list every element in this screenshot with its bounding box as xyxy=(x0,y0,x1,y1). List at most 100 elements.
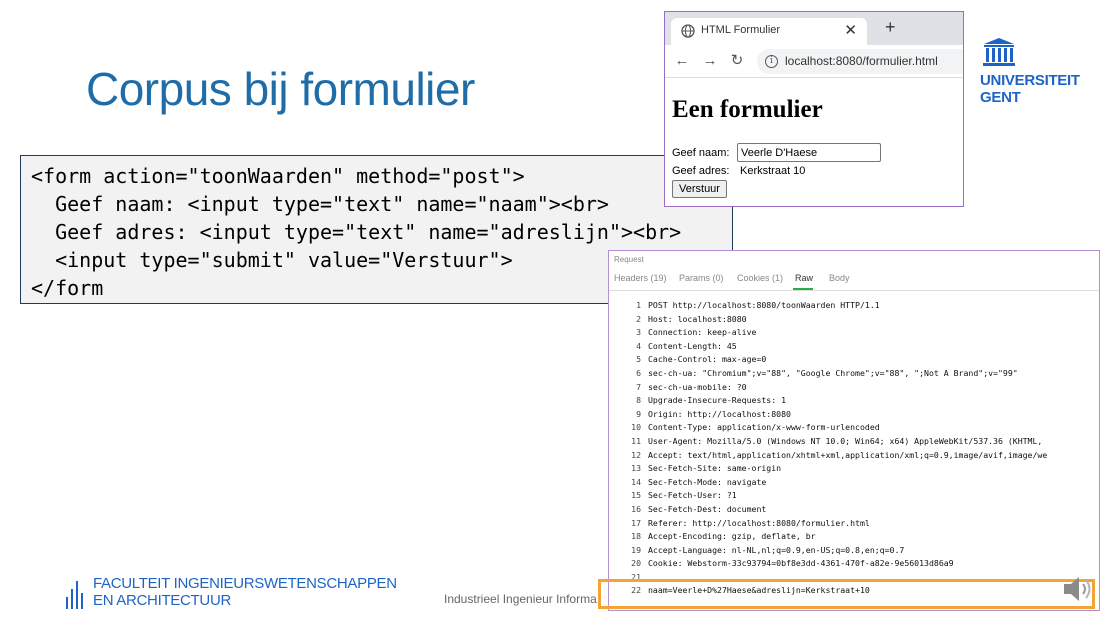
line-number: 11 xyxy=(631,435,641,446)
active-tab-indicator xyxy=(793,288,813,290)
line-number: 15 xyxy=(631,490,641,501)
request-panel: Request Headers (19) Params (0) Cookies … xyxy=(608,250,1100,611)
line-text: Cache-Control: max-age=0 xyxy=(648,354,767,365)
submit-button[interactable]: Verstuur xyxy=(672,180,727,198)
panel-tabs: Headers (19) Params (0) Cookies (1) Raw … xyxy=(609,269,1099,291)
line-number: 6 xyxy=(636,367,641,378)
raw-line: 5 Cache-Control: max-age=0 xyxy=(609,353,1099,367)
line-number: 18 xyxy=(631,531,641,542)
info-icon[interactable]: i xyxy=(765,55,778,68)
naam-label: Geef naam: xyxy=(672,147,730,159)
raw-line: 18 Accept-Encoding: gzip, deflate, br xyxy=(609,530,1099,544)
code-line: <form action="toonWaarden" method="post"… xyxy=(31,164,525,188)
raw-request: 1 POST http://localhost:8080/toonWaarden … xyxy=(609,299,1099,598)
line-number: 3 xyxy=(636,327,641,338)
request-body-highlight xyxy=(598,579,1095,609)
line-number: 12 xyxy=(631,449,641,460)
raw-line: 14 Sec-Fetch-Mode: navigate xyxy=(609,476,1099,490)
line-number: 16 xyxy=(631,503,641,514)
faculty-bars-icon xyxy=(66,581,83,609)
ugent-building-icon xyxy=(983,38,1015,66)
line-number: 13 xyxy=(631,463,641,474)
line-text: Sec-Fetch-Dest: document xyxy=(648,503,767,514)
line-number: 14 xyxy=(631,476,641,487)
back-arrow-icon[interactable]: ← xyxy=(673,52,691,70)
line-text: Content-Type: application/x-www-form-url… xyxy=(648,422,880,433)
line-text: Accept-Language: nl-NL,nl;q=0.9,en-US;q=… xyxy=(648,544,905,555)
tab-body[interactable]: Body xyxy=(829,273,850,283)
line-number: 7 xyxy=(636,381,641,392)
line-text: Referer: http://localhost:8080/formulier… xyxy=(648,517,870,528)
line-text: Sec-Fetch-Mode: navigate xyxy=(648,476,767,487)
raw-line: 20 Cookie: Webstorm-33c93794=0bf8e3dd-436… xyxy=(609,557,1099,571)
browser-window: HTML Formulier ✕ + ← → ↻ i localhost:808… xyxy=(664,11,964,207)
raw-line: 13 Sec-Fetch-Site: same-origin xyxy=(609,462,1099,476)
raw-line: 16 Sec-Fetch-Dest: document xyxy=(609,503,1099,517)
logo-line2: GENT xyxy=(980,89,1021,106)
line-text: Content-Length: 45 xyxy=(648,340,737,351)
raw-line: 11 User-Agent: Mozilla/5.0 (Windows NT 10… xyxy=(609,435,1099,449)
forward-arrow-icon[interactable]: → xyxy=(701,52,719,70)
line-number: 19 xyxy=(631,544,641,555)
line-number: 20 xyxy=(631,558,641,569)
raw-line: 1 POST http://localhost:8080/toonWaarden … xyxy=(609,299,1099,313)
address-url: localhost:8080/formulier.html xyxy=(785,54,938,68)
line-number: 10 xyxy=(631,422,641,433)
raw-line: 10 Content-Type: application/x-www-form-u… xyxy=(609,421,1099,435)
raw-line: 4 Content-Length: 45 xyxy=(609,340,1099,354)
line-text: Connection: keep-alive xyxy=(648,327,757,338)
line-text: Sec-Fetch-User: ?1 xyxy=(648,490,737,501)
line-text: User-Agent: Mozilla/5.0 (Windows NT 10.0… xyxy=(648,435,1043,446)
line-number: 8 xyxy=(636,395,641,406)
line-text: POST http://localhost:8080/toonWaarden H… xyxy=(648,300,880,310)
faculty-line2: EN ARCHITECTUUR xyxy=(93,592,232,609)
line-number: 4 xyxy=(636,340,641,351)
ugent-logo: UNIVERSITEIT GENT xyxy=(980,38,1080,106)
reload-icon[interactable]: ↻ xyxy=(728,52,746,70)
slide-title: Corpus bij formulier xyxy=(86,63,475,115)
tab-raw[interactable]: Raw xyxy=(795,273,813,283)
close-icon[interactable]: ✕ xyxy=(844,21,857,39)
raw-line: 8 Upgrade-Insecure-Requests: 1 xyxy=(609,394,1099,408)
line-number: 1 xyxy=(636,300,641,310)
line-text: sec-ch-ua-mobile: ?0 xyxy=(648,381,747,392)
raw-line: 6 sec-ch-ua: "Chromium";v="88", "Google C… xyxy=(609,367,1099,381)
line-text: Sec-Fetch-Site: same-origin xyxy=(648,463,782,474)
raw-line: 17 Referer: http://localhost:8080/formuli… xyxy=(609,517,1099,531)
line-text: Accept: text/html,application/xhtml+xml,… xyxy=(648,449,1048,460)
address-bar[interactable]: i localhost:8080/formulier.html xyxy=(757,49,963,74)
raw-line: 7 sec-ch-ua-mobile: ?0 xyxy=(609,381,1099,395)
line-number: 5 xyxy=(636,354,641,365)
line-number: 9 xyxy=(636,408,641,419)
speaker-icon[interactable] xyxy=(1060,573,1096,605)
browser-tab[interactable]: HTML Formulier ✕ xyxy=(671,18,867,45)
line-text: Host: localhost:8080 xyxy=(648,313,747,324)
line-text: Origin: http://localhost:8080 xyxy=(648,408,791,419)
new-tab-button[interactable]: + xyxy=(885,18,896,36)
faculty-line1: FACULTEIT INGENIEURSWETENSCHAPPEN xyxy=(93,575,397,592)
line-text: Cookie: Webstorm-33c93794=0bf8e3dd-4361-… xyxy=(648,558,954,569)
tab-cookies[interactable]: Cookies (1) xyxy=(737,273,783,283)
raw-line: 9 Origin: http://localhost:8080 xyxy=(609,408,1099,422)
tab-headers[interactable]: Headers (19) xyxy=(614,273,667,283)
code-line: Geef naam: <input type="text" name="naam… xyxy=(31,192,609,216)
logo-line1: UNIVERSITEIT xyxy=(980,72,1080,89)
page-heading: Een formulier xyxy=(672,96,823,123)
raw-line: 12 Accept: text/html,application/xhtml+xm… xyxy=(609,449,1099,463)
raw-line: 2 Host: localhost:8080 xyxy=(609,313,1099,327)
line-text: Upgrade-Insecure-Requests: 1 xyxy=(648,395,787,406)
tab-title: HTML Formulier xyxy=(701,24,781,36)
naam-input[interactable] xyxy=(737,143,881,162)
raw-line: 3 Connection: keep-alive xyxy=(609,326,1099,340)
line-text: sec-ch-ua: "Chromium";v="88", "Google Ch… xyxy=(648,367,1018,378)
faculty-logo: FACULTEIT INGENIEURSWETENSCHAPPEN EN ARC… xyxy=(65,575,397,609)
line-text: Accept-Encoding: gzip, deflate, br xyxy=(648,531,816,542)
footer-text: Industrieel Ingenieur Informa xyxy=(444,592,597,606)
browser-toolbar: ← → ↻ i localhost:8080/formulier.html xyxy=(665,45,963,78)
raw-line: 15 Sec-Fetch-User: ?1 xyxy=(609,489,1099,503)
tab-params[interactable]: Params (0) xyxy=(679,273,724,283)
line-number: 2 xyxy=(636,313,641,324)
globe-icon xyxy=(681,24,695,38)
tab-strip: HTML Formulier ✕ + xyxy=(665,12,963,45)
adres-label: Geef adres: xyxy=(672,165,730,177)
